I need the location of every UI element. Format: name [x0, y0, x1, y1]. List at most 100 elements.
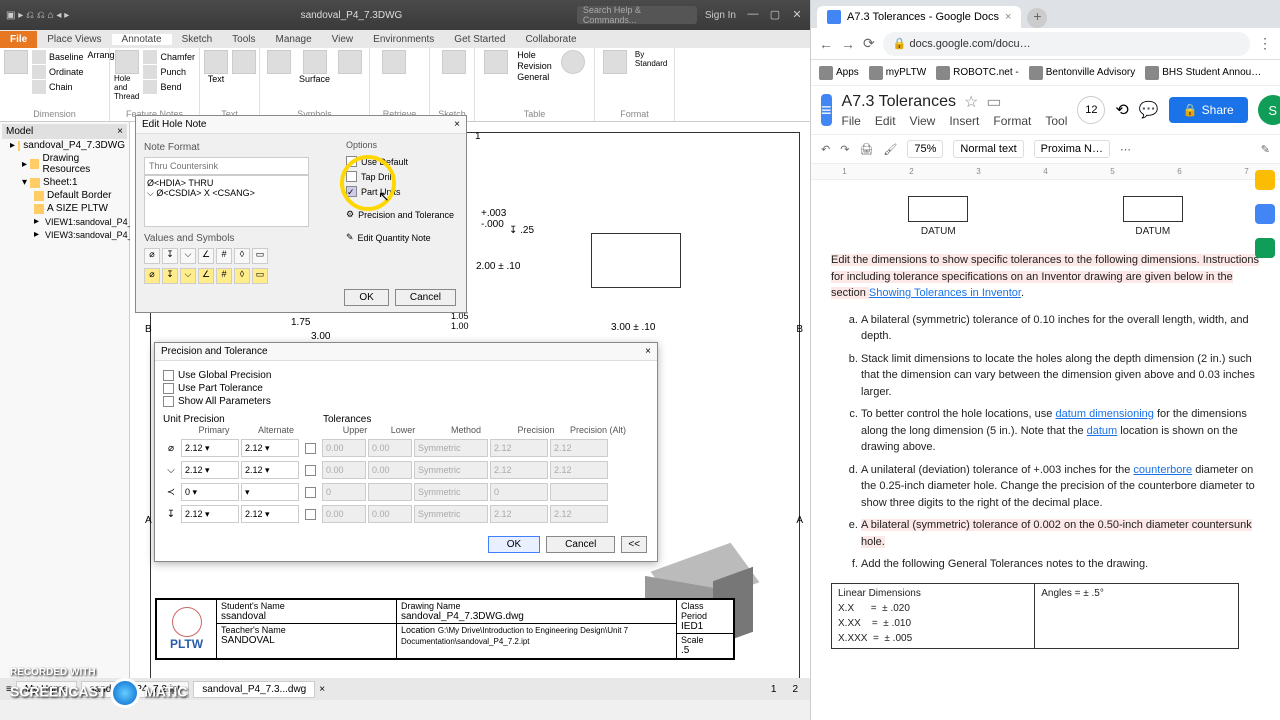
hole-table-button[interactable]: Hole: [517, 50, 552, 60]
print-button[interactable]: 🖨: [859, 143, 873, 156]
tab-dwg[interactable]: sandoval_P4_7.3...dwg: [193, 681, 315, 698]
surface-button[interactable]: Surface: [299, 50, 330, 84]
menu-insert[interactable]: Insert: [949, 114, 979, 128]
keep-icon[interactable]: [1255, 170, 1275, 190]
sketch-symbol-button[interactable]: [264, 50, 295, 74]
prec-dialog-close-icon[interactable]: ×: [645, 346, 651, 357]
font-select[interactable]: Proxima N…: [1034, 140, 1110, 158]
tab-tools[interactable]: Tools: [222, 34, 265, 45]
symbol-button[interactable]: ∠: [198, 248, 214, 264]
browser-tab[interactable]: A7.3 Tolerances - Google Docs ×: [817, 6, 1021, 28]
comments-badge[interactable]: 12: [1077, 96, 1105, 124]
balloon-button[interactable]: [556, 50, 590, 74]
text-button[interactable]: Text: [204, 50, 228, 84]
row-checkbox[interactable]: [305, 465, 316, 476]
drawing-view-box[interactable]: [591, 233, 681, 288]
datum-link[interactable]: datum: [1087, 425, 1118, 437]
reload-button[interactable]: ⟳: [863, 35, 875, 52]
alternate-select[interactable]: 2.12 ▾: [241, 461, 299, 479]
tab-view[interactable]: View: [322, 34, 364, 45]
menu-file[interactable]: File: [842, 114, 861, 128]
precision-alt-select[interactable]: 2.12: [550, 439, 608, 457]
dim-300b[interactable]: 3.00 ± .10: [611, 322, 655, 333]
star-icon[interactable]: ☆: [964, 92, 978, 112]
bookmark-robotc[interactable]: ROBOTC.net -: [936, 66, 1019, 80]
prec-ok-button[interactable]: OK: [488, 536, 540, 553]
hole-dialog-close-icon[interactable]: ×: [454, 119, 460, 130]
symbol-button[interactable]: ◊: [234, 248, 250, 264]
new-tab-button[interactable]: +: [1027, 8, 1047, 28]
menu-icon[interactable]: ⋮: [1258, 35, 1272, 52]
chain-button[interactable]: Chain: [32, 80, 84, 94]
row-checkbox[interactable]: [305, 443, 316, 454]
prec-back-button[interactable]: <<: [621, 536, 647, 553]
hole-cancel-button[interactable]: Cancel: [395, 289, 456, 306]
upper-field[interactable]: 0.00: [322, 505, 366, 523]
upper-field[interactable]: 0.00: [322, 439, 366, 457]
document-body[interactable]: DATUM DATUM Edit the dimensions to show …: [811, 180, 1280, 720]
history-icon[interactable]: ⟲: [1115, 100, 1128, 120]
page-2[interactable]: 2: [786, 684, 804, 695]
dim-tolerance[interactable]: +.003 -.000: [481, 208, 506, 230]
menu-view[interactable]: View: [910, 114, 936, 128]
symbol-button[interactable]: ⌀: [144, 248, 160, 264]
qat-icon[interactable]: ▣ ▸ ⎌ ⎌ ⌂ ◂ ▸: [6, 10, 126, 21]
forward-button[interactable]: →: [841, 36, 855, 52]
precision-alt-select[interactable]: 2.12: [550, 505, 608, 523]
part-units-checkbox[interactable]: ✓: [346, 186, 357, 197]
edit-layers-button[interactable]: [599, 50, 631, 74]
menu-tools[interactable]: Tool: [1045, 114, 1067, 128]
parts-list-button[interactable]: [479, 50, 513, 74]
primary-select[interactable]: 2.12 ▾: [181, 505, 239, 523]
counterbore-link[interactable]: counterbore: [1133, 464, 1192, 476]
symbol-button[interactable]: #: [216, 248, 232, 264]
symbol-button[interactable]: ↧: [162, 268, 178, 284]
format-paint-button[interactable]: 🖌: [883, 143, 897, 156]
tree-view1[interactable]: ▸VIEW1:sandoval_P4_7.2.ipt: [2, 215, 127, 228]
page-1[interactable]: 1: [765, 684, 783, 695]
note-content[interactable]: Ø<HDIA> THRU ⌵ Ø<CSDIA> X <CSANG>: [144, 175, 309, 227]
dim-200[interactable]: 2.00 ± .10: [476, 261, 520, 272]
note-format-input[interactable]: [144, 157, 309, 175]
bookmark-bhs[interactable]: BHS Student Annou…: [1145, 66, 1261, 80]
start-sketch-button[interactable]: [434, 50, 474, 74]
minimize-button[interactable]: —: [746, 8, 760, 22]
retrieve-button[interactable]: [374, 50, 414, 74]
lower-field[interactable]: 0.00: [368, 461, 412, 479]
tab-environments[interactable]: Environments: [363, 34, 444, 45]
row-checkbox[interactable]: [305, 509, 316, 520]
address-bar[interactable]: 🔒 docs.google.com/docu…: [883, 32, 1250, 56]
tree-drawing-resources[interactable]: ▸Drawing Resources: [2, 152, 127, 176]
back-button[interactable]: ←: [819, 36, 833, 52]
tree-border[interactable]: Default Border: [2, 189, 127, 202]
bend-button[interactable]: Bend: [143, 80, 195, 94]
symbol-button[interactable]: ⌵: [180, 268, 196, 284]
dim-depth[interactable]: ↧ .25: [509, 225, 534, 236]
chamfer-button[interactable]: Chamfer: [143, 50, 195, 64]
lower-field[interactable]: [368, 483, 412, 501]
precision-select[interactable]: 2.12: [490, 461, 548, 479]
help-search[interactable]: Search Help & Commands...: [577, 6, 697, 24]
primary-select[interactable]: 2.12 ▾: [181, 439, 239, 457]
tree-close-icon[interactable]: ×: [117, 126, 123, 137]
method-select[interactable]: Symmetric: [414, 439, 488, 457]
method-select[interactable]: Symmetric: [414, 461, 488, 479]
tab-close-icon[interactable]: ×: [319, 684, 325, 695]
comment-icon[interactable]: 💬: [1139, 100, 1159, 120]
undo-button[interactable]: ↶: [821, 143, 830, 156]
tab-sketch[interactable]: Sketch: [172, 34, 223, 45]
bookmark-mypltw[interactable]: myPLTW: [869, 66, 926, 80]
edit-quantity-link[interactable]: Edit Quantity Note: [358, 233, 431, 243]
primary-select[interactable]: 0 ▾: [181, 483, 239, 501]
symbol-button[interactable]: ∠: [198, 268, 214, 284]
docs-logo-icon[interactable]: ≡: [821, 94, 832, 126]
tasks-icon[interactable]: [1255, 238, 1275, 258]
showing-tolerances-link[interactable]: Showing Tolerances in Inventor: [869, 287, 1021, 299]
tab-get-started[interactable]: Get Started: [444, 34, 515, 45]
hole-thread-button[interactable]: Hole and Thread: [114, 50, 139, 101]
calendar-icon[interactable]: [1255, 204, 1275, 224]
weld-button[interactable]: [334, 50, 365, 74]
docs-ruler[interactable]: 1234567: [811, 164, 1280, 180]
upper-field[interactable]: 0: [322, 483, 366, 501]
symbol-button[interactable]: ◊: [234, 268, 250, 284]
